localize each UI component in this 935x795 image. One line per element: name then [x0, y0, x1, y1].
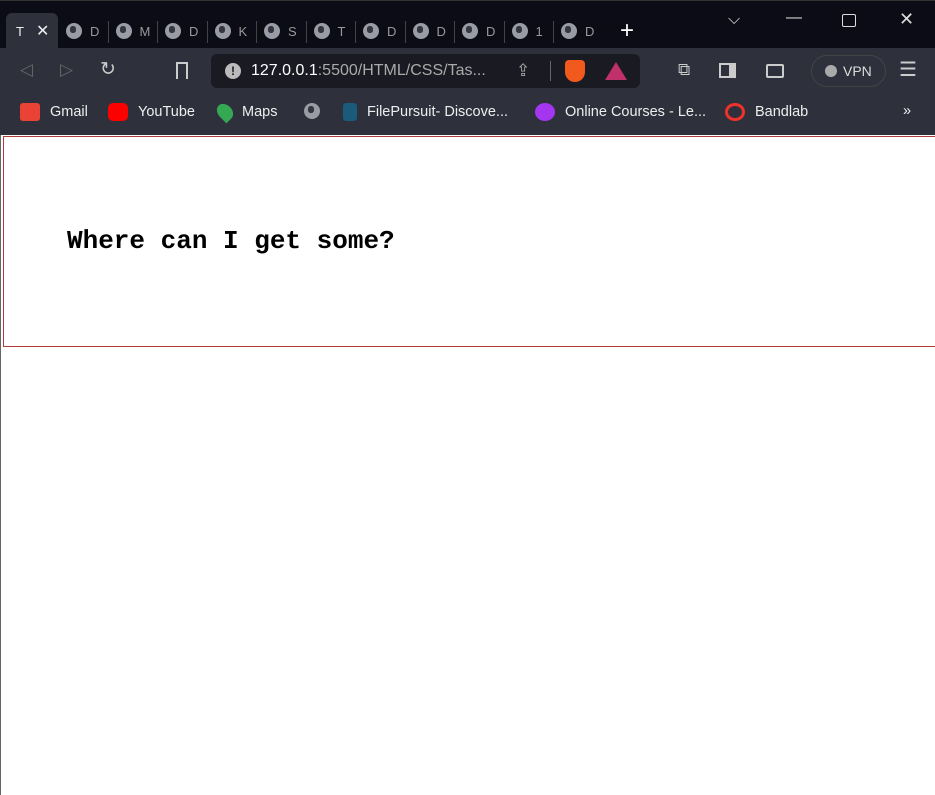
- vpn-button[interactable]: VPN: [811, 55, 886, 87]
- url-host: 127.0.0.1: [251, 62, 318, 79]
- tab-title: D: [90, 23, 100, 39]
- reload-button[interactable]: ↻: [100, 58, 116, 81]
- bookmark-label: FilePursuit- Discove...: [367, 104, 509, 120]
- tab-title: M: [139, 23, 151, 39]
- youtube-icon: [108, 103, 128, 121]
- bookmark-label: Maps: [242, 104, 278, 120]
- globe-icon: [313, 23, 330, 39]
- bookmark-maps[interactable]: Maps: [213, 100, 278, 124]
- address-bar[interactable]: ! 127.0.0.1:5500/HTML/CSS/Tas... ⇪: [211, 54, 640, 88]
- back-button[interactable]: ◁: [20, 60, 33, 80]
- bookmark-label: Bandlab: [755, 104, 809, 120]
- menu-icon[interactable]: ☰: [899, 57, 917, 82]
- tab-strip: T ✕ DMDKSTDDD1D + ⌵ — ✕: [0, 0, 935, 49]
- tab[interactable]: D: [561, 13, 594, 49]
- vpn-status-icon: [825, 65, 837, 77]
- page-content: Where can I get some?: [0, 135, 935, 795]
- globe-icon: [363, 23, 379, 39]
- gmail-icon: [20, 103, 40, 121]
- bookmarks-bar: Gmail YouTube Maps FilePursuit- Discove.…: [0, 92, 935, 135]
- bookmark-online-courses[interactable]: Online Courses - Le...: [535, 103, 706, 121]
- tab-separator: [454, 21, 455, 43]
- forward-button[interactable]: ▷: [60, 60, 73, 80]
- bookmarks-overflow-button[interactable]: »: [903, 103, 911, 119]
- tab-active[interactable]: T ✕: [6, 13, 58, 49]
- tab-title: D: [585, 23, 595, 39]
- tab[interactable]: K: [214, 13, 248, 49]
- tab[interactable]: M: [115, 13, 151, 49]
- page-heading: Where can I get some?: [67, 226, 395, 256]
- tab-separator: [305, 21, 307, 43]
- bookmark-filepursuit[interactable]: FilePursuit- Discove...: [343, 103, 508, 121]
- bookmark-globe[interactable]: [304, 103, 320, 119]
- bookmark-bandlab[interactable]: Bandlab: [725, 103, 808, 121]
- globe-icon: [115, 23, 132, 39]
- bookmark-icon[interactable]: [176, 62, 188, 79]
- tab[interactable]: D: [363, 13, 396, 49]
- tab[interactable]: D: [412, 13, 446, 49]
- tab-title: D: [189, 23, 199, 39]
- globe-icon: [561, 23, 577, 39]
- close-tab-icon[interactable]: ✕: [36, 21, 49, 41]
- overflow-chevron-icon: »: [903, 103, 912, 119]
- globe-icon: [214, 23, 231, 39]
- globe-icon: [264, 23, 280, 39]
- tab[interactable]: 1: [511, 13, 543, 49]
- toolbar: ◁ ▷ ↻ ! 127.0.0.1:5500/HTML/CSS/Tas... ⇪…: [0, 48, 935, 92]
- tab-title: D: [486, 23, 496, 39]
- tab-separator: [553, 21, 554, 43]
- tab[interactable]: D: [165, 13, 198, 49]
- minimize-button[interactable]: —: [786, 9, 802, 27]
- globe-icon: [165, 23, 181, 39]
- globe-icon: [511, 23, 528, 39]
- sidebar-icon[interactable]: [719, 63, 736, 78]
- site-info-icon[interactable]: !: [225, 63, 241, 79]
- tab-separator: [256, 21, 257, 43]
- wallet-icon[interactable]: [766, 64, 784, 78]
- tab-title: D: [387, 23, 397, 39]
- globe-icon: [304, 103, 320, 119]
- vpn-label: VPN: [843, 63, 872, 79]
- tab-title: S: [288, 23, 297, 39]
- tab[interactable]: D: [66, 13, 99, 49]
- bookmark-label: YouTube: [138, 104, 195, 120]
- tab[interactable]: D: [462, 13, 495, 49]
- filepursuit-icon: [343, 103, 357, 121]
- tab-title: K: [238, 23, 248, 39]
- bookmark-label: Online Courses - Le...: [565, 104, 707, 120]
- tab-title: 1: [535, 23, 543, 39]
- bookmark-youtube[interactable]: YouTube: [108, 103, 195, 121]
- maps-pin-icon: [213, 100, 237, 124]
- globe-icon: [412, 23, 429, 39]
- tab[interactable]: T: [313, 13, 346, 49]
- globe-icon: [66, 23, 82, 39]
- brave-shields-icon[interactable]: [565, 60, 585, 82]
- tab-separator: [107, 21, 109, 43]
- bandlab-icon: [725, 103, 745, 121]
- globe-icon: [462, 23, 478, 39]
- url-text[interactable]: 127.0.0.1:5500/HTML/CSS/Tas...: [251, 62, 486, 80]
- tab-separator: [503, 21, 505, 43]
- tab-separator: [355, 21, 356, 43]
- new-tab-button[interactable]: +: [620, 17, 634, 45]
- tab-title: T: [337, 23, 346, 39]
- bookmark-gmail[interactable]: Gmail: [20, 103, 88, 121]
- extensions-icon[interactable]: ⧉: [678, 60, 690, 80]
- bookmark-label: Gmail: [50, 104, 88, 120]
- divider: [550, 61, 551, 81]
- brave-rewards-icon[interactable]: [605, 62, 627, 80]
- tab[interactable]: S: [264, 13, 297, 49]
- share-icon[interactable]: ⇪: [516, 61, 530, 81]
- url-path: :5500/HTML/CSS/Tas...: [317, 62, 486, 79]
- tab-separator: [404, 21, 406, 43]
- tab-title: T: [16, 23, 24, 39]
- maximize-button[interactable]: [842, 14, 856, 27]
- udemy-icon: [535, 103, 555, 121]
- close-window-button[interactable]: ✕: [899, 9, 914, 30]
- tab-title: D: [436, 23, 446, 39]
- tab-separator: [157, 21, 158, 43]
- tab-separator: [206, 21, 208, 43]
- tab-search-chevron-icon[interactable]: ⌵: [728, 11, 740, 29]
- heading-container: Where can I get some?: [3, 136, 935, 347]
